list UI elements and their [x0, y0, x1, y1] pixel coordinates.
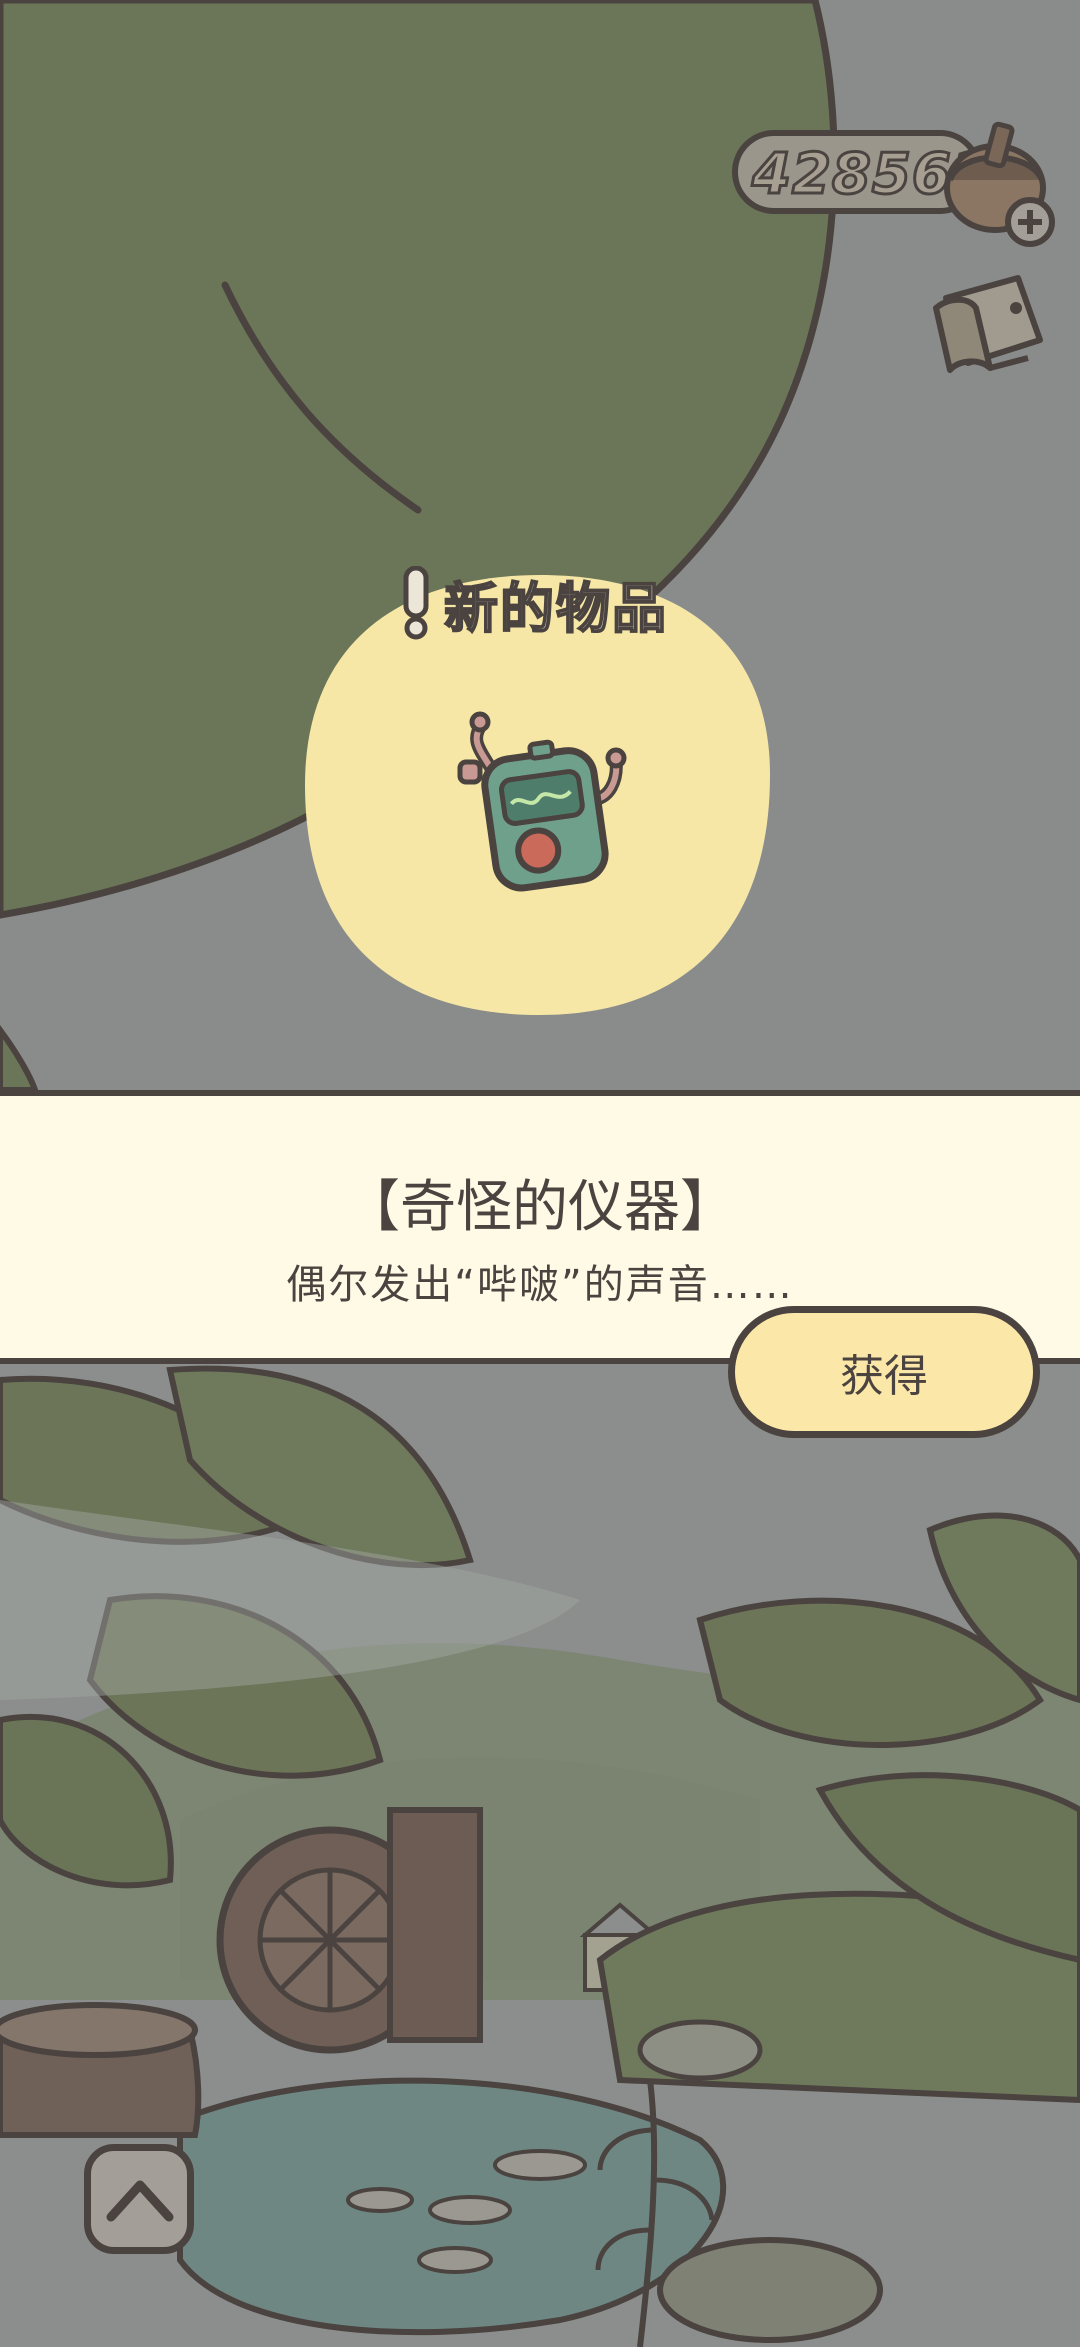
- strange-device-icon: [457, 711, 627, 892]
- expand-menu-button[interactable]: [84, 2144, 194, 2254]
- new-item-label: 新的物品: [443, 576, 668, 641]
- chevron-up-icon: [106, 2180, 174, 2222]
- acorn-clover-icon[interactable]: [930, 110, 1060, 250]
- photo-album-icon[interactable]: [928, 268, 1058, 388]
- new-item-header: 新的物品: [398, 566, 668, 641]
- item-name: 【奇怪的仪器】: [344, 1175, 736, 1240]
- exclamation-icon: [403, 566, 429, 640]
- obtain-button[interactable]: 获得: [728, 1306, 1040, 1438]
- item-description: 偶尔发出“哔啵”的声音……: [286, 1262, 794, 1308]
